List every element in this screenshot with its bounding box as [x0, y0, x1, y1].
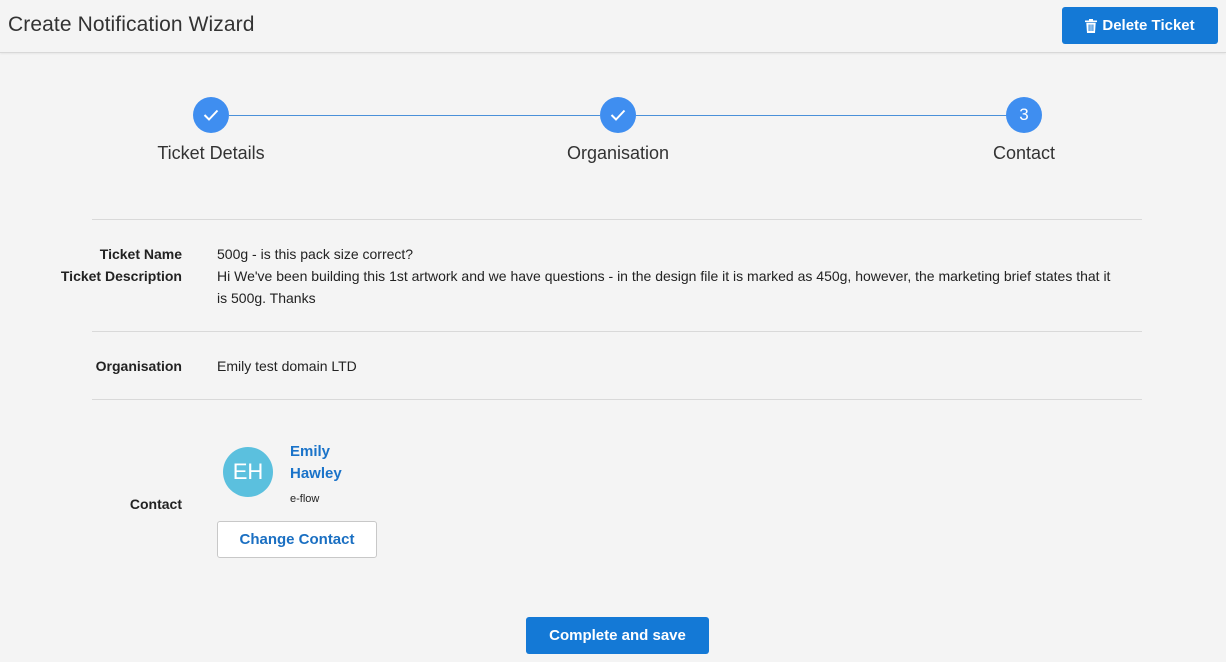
ticket-description-label: Ticket Description: [60, 268, 182, 284]
step-label-organisation: Organisation: [566, 143, 670, 163]
avatar: EH: [223, 447, 273, 497]
change-contact-button[interactable]: Change Contact: [217, 521, 377, 558]
step-connector: [229, 115, 600, 116]
top-bar: Create Notification Wizard Delete Ticket: [0, 0, 1226, 53]
step-1-check-icon[interactable]: [193, 97, 229, 133]
wizard-stepper: 3 Ticket Details Organisation Contact: [0, 96, 1226, 176]
contact-label: Contact: [129, 496, 182, 512]
divider: [92, 331, 1142, 332]
delete-ticket-button[interactable]: Delete Ticket: [1062, 7, 1218, 44]
divider: [92, 399, 1142, 400]
ticket-name-label: Ticket Name: [99, 246, 182, 262]
step-3-number[interactable]: 3: [1006, 97, 1042, 133]
organisation-value: Emily test domain LTD: [217, 358, 357, 374]
contact-organisation: e-flow: [290, 493, 320, 505]
step-connector: [636, 115, 1007, 116]
divider: [92, 219, 1142, 220]
page-title: Create Notification Wizard: [8, 13, 255, 36]
delete-ticket-label: Delete Ticket: [1102, 17, 1195, 34]
ticket-description-value: Hi We've been building this 1st artwork …: [217, 268, 1111, 306]
organisation-label: Organisation: [95, 358, 182, 374]
step-label-ticket-details: Ticket Details: [157, 143, 265, 163]
complete-and-save-button[interactable]: Complete and save: [526, 617, 709, 654]
step-2-check-icon[interactable]: [600, 97, 636, 133]
ticket-name-value: 500g - is this pack size correct?: [217, 246, 414, 262]
contact-name[interactable]: Emily Hawley: [290, 441, 360, 485]
step-label-contact: Contact: [992, 143, 1056, 163]
trash-icon: [1085, 18, 1098, 33]
